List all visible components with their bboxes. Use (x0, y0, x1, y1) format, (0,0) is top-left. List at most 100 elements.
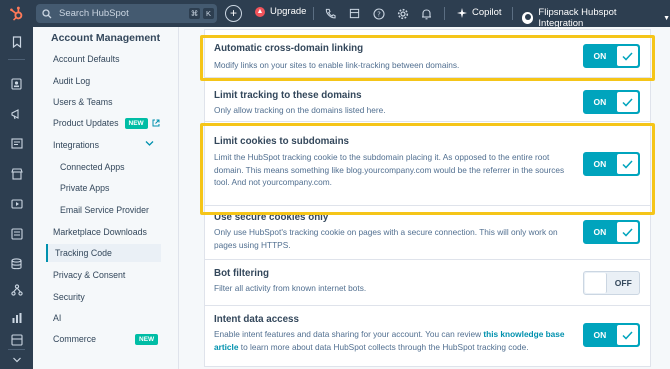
setting-row-bot-filtering: Bot filtering Filter all activity from k… (205, 260, 650, 306)
upgrade-button[interactable]: ▲ Upgrade (255, 6, 306, 17)
description-text: Enable intent features and data sharing … (214, 329, 484, 339)
shortcut-key-k: K (203, 8, 214, 19)
checkmark-icon (616, 46, 638, 66)
external-link-icon (152, 119, 160, 127)
sidebar-item-integrations[interactable]: Integrations (53, 136, 99, 154)
toggle-state-label: ON (593, 330, 607, 340)
sidebar-item-privacy-consent[interactable]: Privacy & Consent (53, 266, 125, 284)
account-menu[interactable]: Flipsnack Hubspot Integration ▼ (522, 7, 670, 29)
setting-row-limit-tracking-domains: Limit tracking to these domains Only all… (205, 78, 650, 122)
toggle-state-label: OFF (614, 278, 632, 288)
sidebar-item-marketplace-downloads[interactable]: Marketplace Downloads (53, 223, 147, 241)
shortcut-key-cmd: ⌘ (189, 8, 200, 19)
settings-sidebar: Account Management Account Defaults Audi… (33, 27, 179, 369)
setting-row-limit-cookies-subdomains: Limit cookies to subdomains Limit the Hu… (205, 122, 650, 206)
sidebar-section-title: Account Management (51, 32, 161, 44)
marketing-megaphone-icon[interactable] (10, 107, 23, 120)
toolbar-divider (313, 7, 314, 20)
service-icon[interactable] (10, 227, 23, 240)
toggle-state-label: ON (593, 51, 607, 61)
limit-tracking-domains-toggle[interactable]: ON (583, 90, 640, 114)
workflows-icon[interactable] (10, 283, 23, 296)
marketplace-icon[interactable] (348, 7, 361, 20)
toolbar-divider (512, 7, 513, 20)
sidebar-item-label: Product Updates (53, 118, 119, 128)
commerce-store-icon[interactable] (10, 167, 23, 180)
content-icon[interactable] (10, 137, 23, 150)
secure-cookies-toggle[interactable]: ON (583, 220, 640, 244)
setting-description: Modify links on your sites to enable lin… (214, 60, 460, 70)
notifications-bell-icon[interactable] (420, 7, 433, 20)
contacts-icon[interactable] (10, 77, 23, 90)
checkmark-icon (616, 154, 638, 174)
sidebar-item-account-defaults[interactable]: Account Defaults (53, 50, 120, 68)
upgrade-icon: ▲ (255, 6, 265, 17)
settings-gear-icon[interactable] (396, 7, 409, 20)
help-icon[interactable]: ? (372, 7, 385, 20)
copilot-label: Copilot (472, 7, 502, 18)
setting-description: Limit the HubSpot tracking cookie to the… (214, 152, 565, 187)
setting-title: Limit tracking to these domains (214, 90, 362, 101)
description-text: to learn more about data HubSpot collect… (238, 341, 529, 352)
rail-divider (8, 59, 25, 60)
checkmark-icon (616, 222, 638, 242)
sparkle-icon (457, 7, 467, 18)
cross-domain-linking-toggle[interactable]: ON (583, 44, 640, 68)
create-new-button[interactable]: + (225, 5, 242, 22)
bot-filtering-toggle[interactable]: OFF (583, 271, 640, 295)
upgrade-label: Upgrade (270, 6, 307, 17)
sidebar-item-label: Commerce (53, 334, 97, 344)
automation-icon[interactable] (10, 197, 23, 210)
avatar (522, 12, 534, 24)
rail-divider (8, 349, 25, 350)
intent-data-access-toggle[interactable]: ON (583, 323, 640, 347)
search-input[interactable]: Search HubSpot ⌘ K (36, 4, 217, 23)
setting-description: Enable intent features and data sharing … (214, 328, 569, 353)
hubspot-logo-icon[interactable] (0, 0, 33, 27)
phone-icon[interactable] (324, 7, 337, 20)
sidebar-item-users-teams[interactable]: Users & Teams (53, 93, 112, 111)
sidebar-item-security[interactable]: Security (53, 288, 85, 306)
toggle-state-label: ON (593, 227, 607, 237)
sidebar-item-audit-log[interactable]: Audit Log (53, 72, 90, 90)
setting-title: Use secure cookies only (214, 212, 329, 223)
checkmark-icon (616, 92, 638, 112)
setting-title: Bot filtering (214, 268, 269, 279)
global-nav-rail (0, 27, 33, 369)
chevron-down-icon[interactable] (145, 140, 154, 149)
sidebar-item-connected-apps[interactable]: Connected Apps (60, 158, 125, 176)
top-navigation-bar: Search HubSpot ⌘ K + ▲ Upgrade ? Copilot… (0, 0, 670, 29)
setting-description: Only use HubSpot's tracking cookie on pa… (214, 227, 558, 250)
toggle-state-label: ON (593, 97, 607, 107)
search-placeholder: Search HubSpot (59, 8, 129, 19)
checkmark-icon (616, 325, 638, 345)
toggle-state-label: ON (593, 159, 607, 169)
sidebar-item-tracking-code[interactable]: Tracking Code (46, 244, 161, 262)
sidebar-item-private-apps[interactable]: Private Apps (60, 179, 109, 197)
copilot-button[interactable]: Copilot (457, 7, 502, 18)
sidebar-item-ai[interactable]: AI (53, 309, 61, 327)
setting-title: Intent data access (214, 314, 299, 325)
setting-row-cross-domain-linking: Automatic cross-domain linking Modify li… (205, 30, 650, 78)
new-badge: NEW (135, 333, 159, 345)
chevron-down-icon: ▼ (663, 14, 670, 22)
setting-description: Only allow tracking on the domains liste… (214, 105, 386, 115)
new-badge: NEW (124, 117, 148, 129)
svg-text:?: ? (377, 10, 381, 18)
expand-chevron-icon[interactable] (10, 353, 23, 366)
account-name: Flipsnack Hubspot Integration (538, 7, 617, 29)
library-icon[interactable] (10, 333, 23, 346)
bookmark-icon[interactable] (10, 35, 23, 48)
reporting-chart-icon[interactable] (10, 311, 23, 324)
setting-row-intent-data-access: Intent data access Enable intent feature… (205, 306, 650, 367)
limit-cookies-subdomains-toggle[interactable]: ON (583, 152, 640, 176)
sidebar-item-product-updates[interactable]: Product Updates NEW (53, 114, 160, 132)
toolbar-divider (444, 7, 445, 20)
toggle-knob (585, 273, 607, 293)
settings-card: Automatic cross-domain linking Modify li… (204, 29, 651, 367)
data-database-icon[interactable] (10, 257, 23, 270)
sidebar-item-email-service-provider[interactable]: Email Service Provider (60, 201, 149, 219)
setting-row-secure-cookies: Use secure cookies only Only use HubSpot… (205, 206, 650, 260)
setting-title: Limit cookies to subdomains (214, 136, 349, 147)
sidebar-item-commerce[interactable]: Commerce NEW (53, 330, 159, 348)
